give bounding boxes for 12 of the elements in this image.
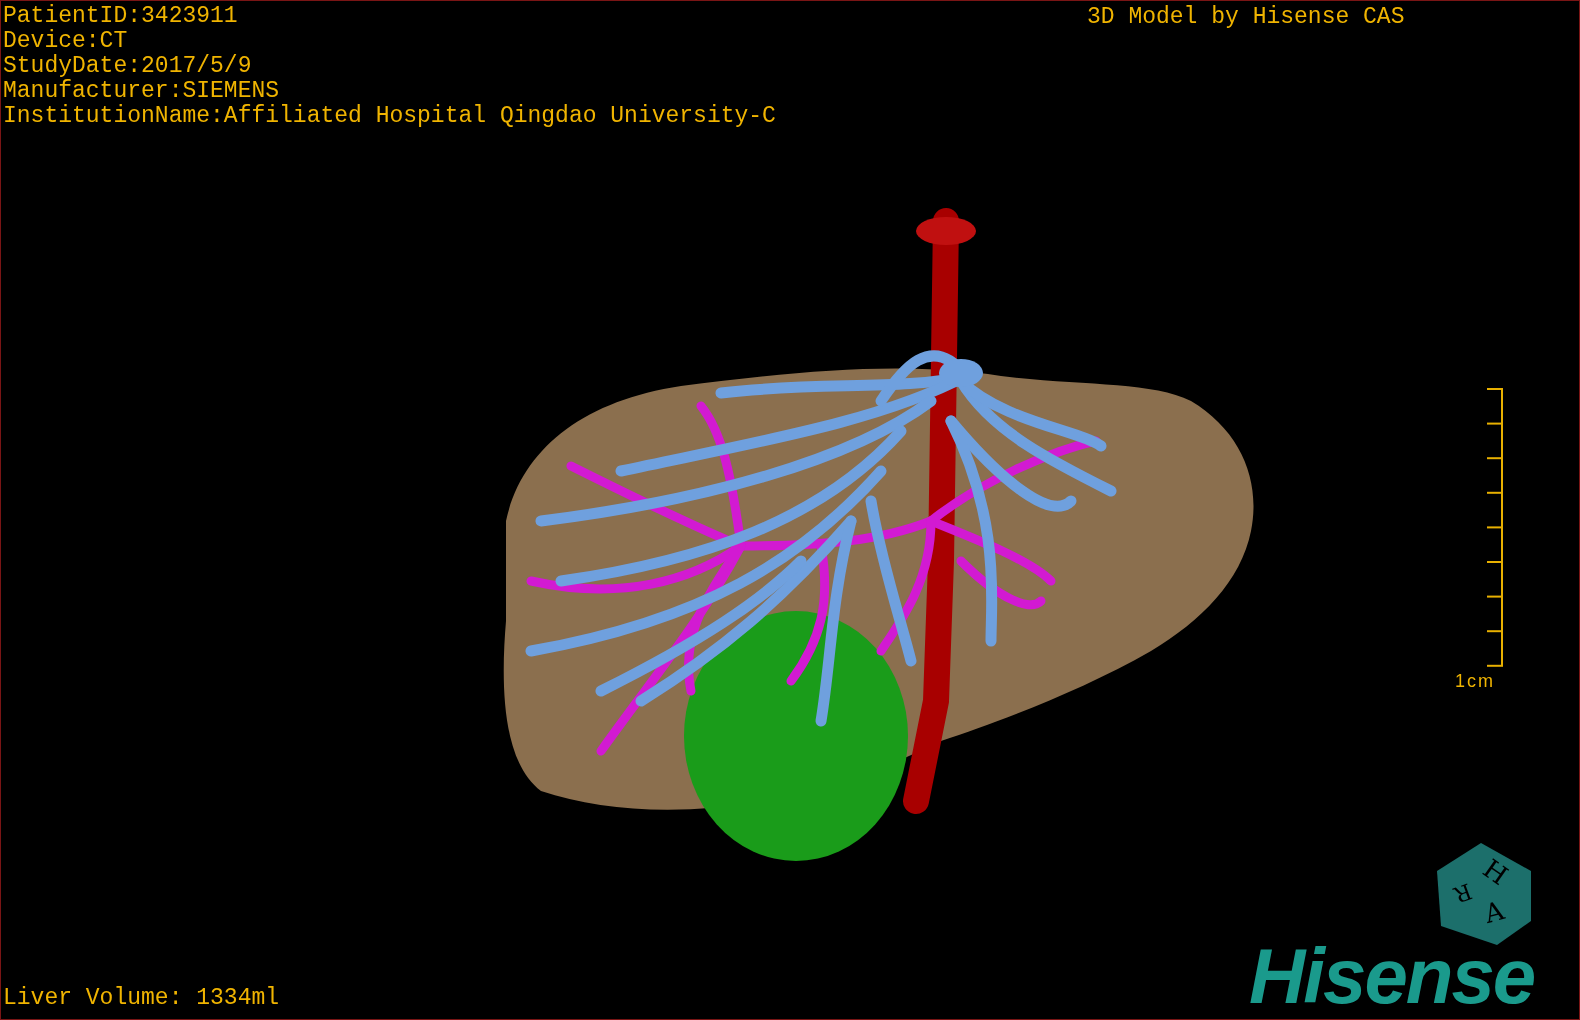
patient-info-text: PatientID:3423911: [3, 4, 238, 29]
patient-info-text: Manufacturer:SIEMENS: [3, 79, 280, 104]
patient-info-text: InstitutionName:Affiliated Hospital Qingdao University-C: [3, 104, 776, 129]
cube-face-label: H: [1477, 853, 1514, 891]
scale-bar-label: 1cm: [1455, 670, 1495, 693]
cube-face-label: R: [1450, 878, 1476, 908]
cube-face-label: A: [1481, 895, 1508, 930]
logo-text: Hisense: [1249, 937, 1535, 1015]
patient-info-text: StudyDate:2017/5/9: [3, 54, 252, 79]
viewer-title: 3D Model by Hisense CAS: [1087, 5, 1405, 30]
patient-info-text: Device:CT: [3, 29, 128, 54]
liver-volume-text: Liver Volume: 1334ml: [3, 986, 280, 1011]
